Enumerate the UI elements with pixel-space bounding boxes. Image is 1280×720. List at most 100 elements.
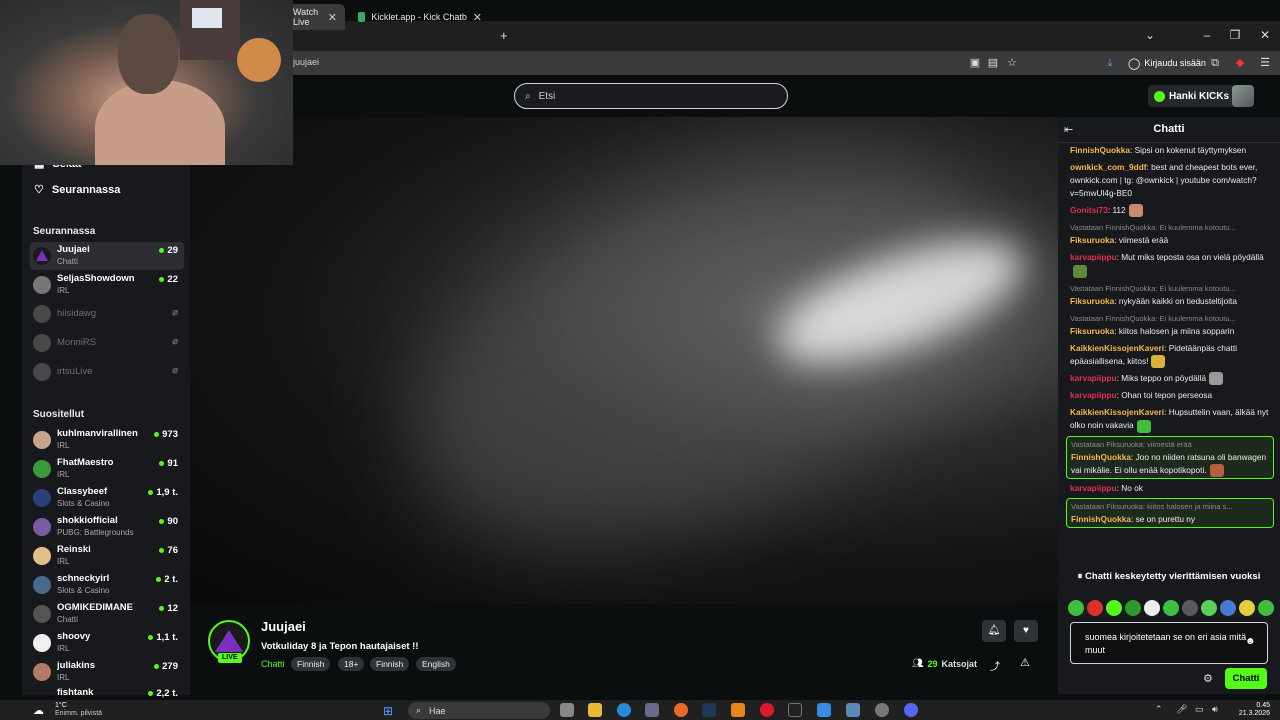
steam-icon[interactable] — [702, 703, 716, 717]
photos-icon[interactable] — [846, 703, 860, 717]
paint-icon[interactable] — [817, 703, 831, 717]
sidebar-channel-shoovy[interactable]: shoovy IRL 1,1 t. — [30, 629, 184, 657]
sidebar-channel-irtsulive[interactable]: irtsuLive ⌀ — [30, 358, 184, 386]
share-icon[interactable]: ⤴ — [990, 658, 1000, 673]
close-tab-icon[interactable]: ✕ — [328, 11, 337, 24]
tab-watch-live[interactable]: Watch Live ✕ — [285, 4, 345, 30]
chat-message[interactable]: Vastataan FinnishQuokka: Ei kuulemma kot… — [1066, 281, 1274, 309]
file-explorer-icon[interactable] — [588, 703, 602, 717]
chat-message[interactable]: karvapiippu: Miks teppo on pöydällä — [1066, 371, 1274, 386]
store-icon[interactable] — [645, 703, 659, 717]
system-clock[interactable]: 0.45 21.3.2026 — [1230, 702, 1270, 718]
emote-icon[interactable] — [1182, 600, 1198, 616]
get-kicks-button[interactable]: Hanki KICKs — [1148, 85, 1236, 107]
chat-username[interactable]: ownkick_com_9ddf — [1070, 162, 1147, 172]
chat-message[interactable]: Vastataan Fiksuruoka: kiitos halosen ja … — [1066, 497, 1274, 528]
sidebar-channel-fishtank[interactable]: fishtank 2,2 t. — [30, 685, 184, 700]
notification-bell-button[interactable]: 🔔︎ — [982, 620, 1006, 642]
stream-tag[interactable]: Finnish — [291, 657, 331, 671]
new-tab-plus-icon[interactable]: + — [500, 28, 508, 43]
screenshot-icon[interactable]: ▣ — [968, 56, 982, 70]
sidebar-channel-seljasshowdown[interactable]: SeljasShowdown IRL 22 — [30, 271, 184, 299]
chat-message[interactable]: Vastataan FinnishQuokka: Ei kuulemma kot… — [1066, 220, 1274, 248]
emote-icon[interactable] — [1068, 600, 1084, 616]
sidebar-channel-kuhlmanvirallinen[interactable]: kuhlmanvirallinen IRL 973 — [30, 426, 184, 454]
volume-icon[interactable]: 🔊︎ — [1212, 704, 1218, 715]
tray-chevron-up-icon[interactable]: ⌃ — [1155, 704, 1163, 715]
maximize-icon[interactable]: ❐ — [1228, 28, 1242, 42]
emote-icon[interactable] — [1106, 600, 1122, 616]
sidebar-channel-ogmikedimane[interactable]: OGMIKEDIMANE Chatti 12 — [30, 600, 184, 628]
chat-username[interactable]: Gonitsi73 — [1070, 205, 1108, 215]
chat-username[interactable]: karvapiippu — [1070, 252, 1117, 262]
sidebar-channel-classybeef[interactable]: Classybeef Slots & Casino 1,9 t. — [30, 484, 184, 512]
chat-username[interactable]: karvapiippu — [1070, 483, 1117, 493]
download-icon[interactable]: ⤓ — [1103, 56, 1117, 70]
close-tab-icon[interactable]: ✕ — [473, 11, 482, 24]
sidebar-channel-juliakins[interactable]: juliakins IRL 279 — [30, 658, 184, 686]
close-window-icon[interactable]: ✕ — [1258, 28, 1272, 42]
sidebar-channel-monnirs[interactable]: MonniRS ⌀ — [30, 329, 184, 357]
menu-hamburger-icon[interactable]: ☰ — [1258, 56, 1272, 70]
edge-browser-icon[interactable] — [617, 703, 631, 717]
emote-icon[interactable] — [1163, 600, 1179, 616]
follow-heart-button[interactable]: ♥ — [1014, 620, 1038, 642]
chat-username[interactable]: karvapiippu — [1070, 373, 1117, 383]
chat-message[interactable]: karvapiippu: No ok — [1066, 481, 1274, 496]
vlc-icon[interactable] — [731, 703, 745, 717]
chat-username[interactable]: FinnishQuokka — [1071, 452, 1131, 462]
extension-badge-icon[interactable]: ◆ — [1233, 56, 1247, 70]
sidebar-channel-schneckyirl[interactable]: schneckyirl Slots & Casino 2 t. — [30, 571, 184, 599]
chat-settings-gear-icon[interactable]: ⚙ — [1203, 672, 1213, 685]
report-warning-icon[interactable]: ⚠ — [1020, 656, 1030, 669]
emote-icon[interactable] — [1087, 600, 1103, 616]
sidebar-channel-fhatmaestro[interactable]: FhatMaestro IRL 91 — [30, 455, 184, 483]
chat-message[interactable]: ownkick_com_9ddf: best and cheapest bots… — [1066, 160, 1274, 201]
minimize-icon[interactable]: – — [1200, 28, 1214, 42]
weather-widget[interactable]: 1°C Enimm. pilvistä — [55, 702, 102, 718]
nav-following[interactable]: ♡ Seurannassa — [34, 183, 120, 197]
emote-icon[interactable] — [1201, 600, 1217, 616]
chat-send-button[interactable]: Chatti — [1225, 668, 1267, 689]
search-input[interactable]: ⌕ Etsi — [514, 83, 788, 109]
discord-icon[interactable] — [904, 703, 918, 717]
task-view-icon[interactable] — [560, 703, 574, 717]
chat-input[interactable]: suomea kirjoitetetaan se on eri asia mit… — [1070, 622, 1268, 664]
streamer-name[interactable]: Juujaei — [261, 619, 306, 634]
tab-list-chevron-icon[interactable]: ⌄ — [1143, 28, 1157, 42]
network-icon[interactable]: ▭ — [1195, 704, 1204, 715]
stream-tag[interactable]: Finnish — [370, 657, 410, 671]
sidebar-channel-reinski[interactable]: Reinski IRL 76 — [30, 542, 184, 570]
chat-username[interactable]: Fiksuruoka — [1070, 296, 1114, 306]
emote-icon[interactable] — [1258, 600, 1274, 616]
user-avatar[interactable] — [1232, 85, 1254, 107]
chat-username[interactable]: Fiksuruoka — [1070, 235, 1114, 245]
chat-message[interactable]: Vastataan Fiksuruoka: viimestä erää Finni… — [1066, 435, 1274, 479]
chat-username[interactable]: Fiksuruoka — [1070, 326, 1114, 336]
chat-paused-banner[interactable]: ⏸ Chatti keskeytetty vierittämisen vuoks… — [1058, 567, 1280, 587]
bookmark-star-icon[interactable]: ☆ — [1005, 56, 1019, 70]
emote-icon[interactable] — [1125, 600, 1141, 616]
settings-gear-icon[interactable] — [875, 703, 889, 717]
firefox-icon[interactable] — [674, 703, 688, 717]
emoji-picker-icon[interactable]: ☻ — [1245, 636, 1256, 647]
sidebar-channel-hiisidawg[interactable]: hiisidawg ⌀ — [30, 300, 184, 328]
tab-kicklet[interactable]: Kicklet.app - Kick Chatbot and C ✕ — [350, 4, 490, 30]
chat-username[interactable]: FinnishQuokka — [1070, 145, 1130, 155]
chat-message[interactable]: Vastataan FinnishQuokka: Ei kuulemma kot… — [1066, 311, 1274, 339]
extensions-icon[interactable]: ⧉ — [1208, 56, 1222, 70]
opera-icon[interactable] — [760, 703, 774, 717]
signin-button[interactable]: ◯ Kirjaudu sisään — [1128, 55, 1206, 71]
chat-username[interactable]: FinnishQuokka — [1071, 514, 1131, 524]
chat-message[interactable]: karvapiippu: Mut miks teposta osa on vie… — [1066, 250, 1274, 278]
chat-message[interactable]: KaikkienKissojenKaveri: Pidetäänpäs chat… — [1066, 341, 1274, 369]
url-text[interactable]: juujaei — [293, 57, 319, 67]
reader-view-icon[interactable]: ▤ — [986, 56, 1000, 70]
windows-search-box[interactable]: ⌕ Hae — [408, 702, 550, 719]
emote-icon[interactable] — [1144, 600, 1160, 616]
terminal-icon[interactable] — [788, 703, 802, 717]
stream-tag[interactable]: English — [416, 657, 456, 671]
video-player[interactable] — [190, 117, 1058, 604]
sidebar-channel-juujaei[interactable]: Juujaei Chatti 29 — [30, 242, 184, 270]
chat-message[interactable]: Gonitsi73: 112 — [1066, 203, 1274, 218]
